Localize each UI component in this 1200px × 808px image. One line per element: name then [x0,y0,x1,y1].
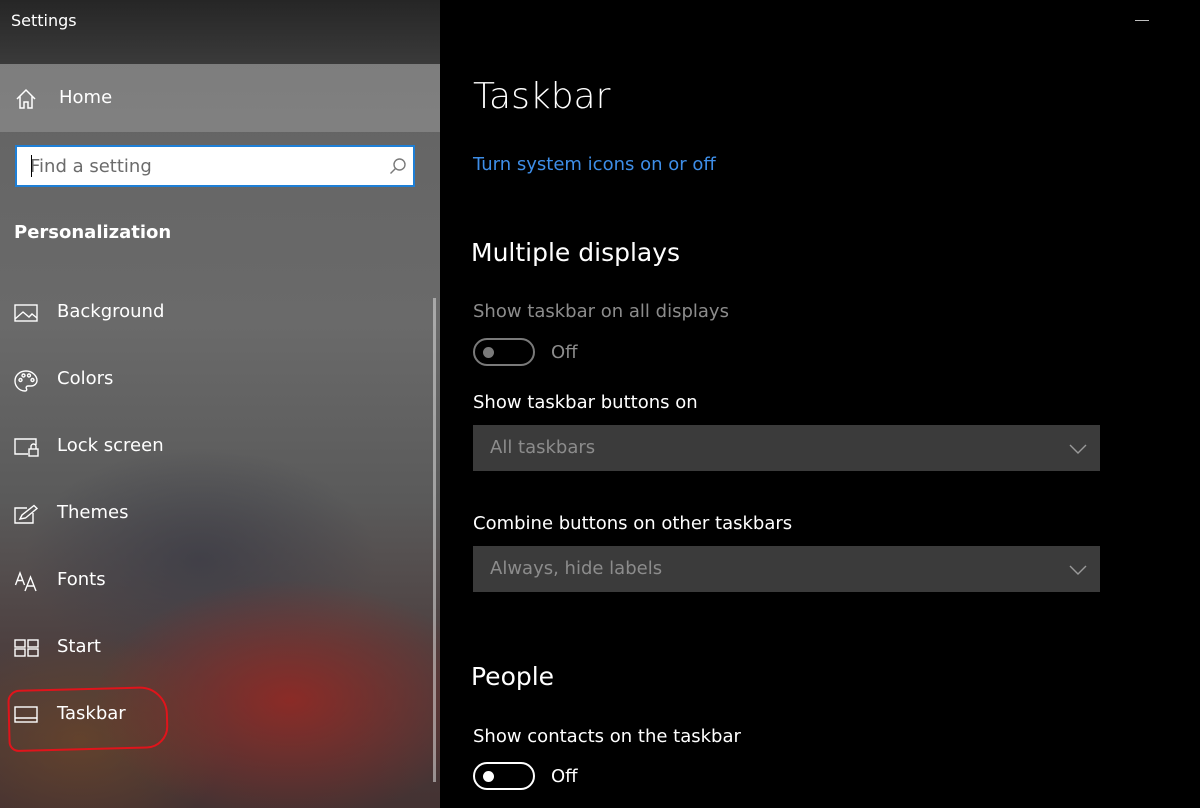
fonts-icon [14,571,40,597]
buttons-on-dropdown[interactable]: All taskbars [473,425,1100,471]
sidebar-item-label: Fonts [57,569,106,590]
show-contacts-state: Off [551,766,578,787]
multiple-displays-heading: Multiple displays [471,238,681,267]
people-heading: People [471,662,555,691]
buttons-on-label: Show taskbar buttons on [473,392,698,413]
palette-icon [14,370,38,396]
lock-screen-icon [14,437,40,461]
search-box[interactable] [15,145,415,187]
sidebar-item-lock-screen[interactable]: Lock screen [0,422,430,474]
combine-buttons-label: Combine buttons on other taskbars [473,513,793,534]
image-icon [14,303,38,327]
sidebar-item-label: Start [57,636,101,657]
sidebar-item-start[interactable]: Start [0,623,430,675]
settings-sidebar: Settings Home Personalization Background [0,0,440,808]
minimize-icon[interactable] [1135,20,1149,21]
home-label: Home [59,87,113,108]
toggle-knob [483,347,494,358]
section-title: Personalization [14,222,172,243]
title-bar: Settings [0,0,440,64]
toggle-knob [483,771,494,782]
sidebar-item-fonts[interactable]: Fonts [0,556,430,608]
sidebar-item-themes[interactable]: Themes [0,489,430,541]
app-title: Settings [11,11,77,30]
sidebar-scrollbar[interactable] [433,298,436,782]
text-caret [31,155,32,177]
chevron-down-icon [1069,440,1087,459]
dropdown-value: All taskbars [490,437,596,458]
show-contacts-label: Show contacts on the taskbar [473,726,741,747]
show-contacts-toggle[interactable] [473,762,535,790]
show-all-displays-label: Show taskbar on all displays [473,301,729,322]
system-icons-link[interactable]: Turn system icons on or off [473,154,716,175]
search-icon[interactable] [389,157,407,179]
sidebar-item-background[interactable]: Background [0,288,430,340]
combine-buttons-dropdown[interactable]: Always, hide labels [473,546,1100,592]
page-title: Taskbar [473,76,611,117]
chevron-down-icon [1069,561,1087,580]
dropdown-value: Always, hide labels [490,558,663,579]
show-all-displays-toggle[interactable] [473,338,535,366]
sidebar-item-label: Background [57,301,165,322]
sidebar-item-label: Lock screen [57,435,164,456]
themes-icon [14,504,40,530]
sidebar-item-label: Themes [57,502,129,523]
show-all-displays-state: Off [551,342,578,363]
sidebar-item-colors[interactable]: Colors [0,355,430,407]
sidebar-item-home[interactable]: Home [0,64,440,132]
settings-content: Taskbar Turn system icons on or off Mult… [440,0,1200,808]
home-icon [15,88,37,114]
red-highlight-annotation [7,685,169,753]
search-input[interactable] [17,147,377,185]
start-icon [14,638,40,662]
sidebar-item-label: Colors [57,368,114,389]
